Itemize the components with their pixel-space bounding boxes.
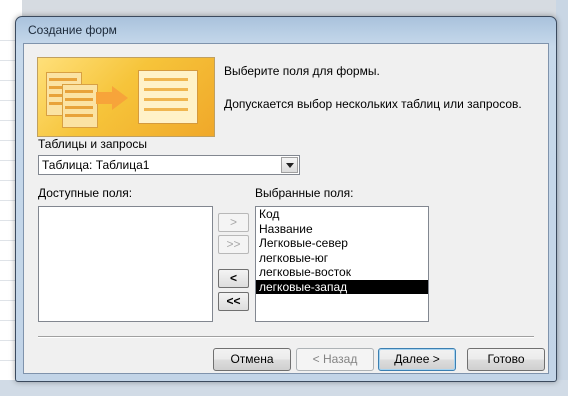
dialog-title: Создание форм xyxy=(28,23,117,37)
remove-field-button[interactable]: < xyxy=(218,269,249,288)
add-all-fields-button[interactable]: >> xyxy=(218,235,249,254)
dialog-content: Выберите поля для формы. Допускается выб… xyxy=(23,43,549,374)
selected-fields-label: Выбранные поля: xyxy=(255,186,354,200)
selected-fields-list[interactable]: Код Название Легковые-север легковые-юг … xyxy=(255,206,429,322)
cancel-button[interactable]: Отмена xyxy=(213,348,291,371)
wizard-illustration-icon xyxy=(37,57,215,137)
finish-button[interactable]: Готово xyxy=(467,348,545,371)
footer-divider xyxy=(38,336,534,338)
add-field-button[interactable]: > xyxy=(218,213,249,232)
available-fields-list[interactable] xyxy=(38,206,213,322)
tables-queries-value: Таблица: Таблица1 xyxy=(42,158,150,172)
background-bottom-edge xyxy=(0,380,568,396)
instruction-text: Выберите поля для формы. xyxy=(224,64,380,78)
list-item-selected[interactable]: легковые-запад xyxy=(256,279,428,294)
hint-text: Допускается выбор нескольких таблиц или … xyxy=(224,97,522,111)
list-item[interactable]: Легковые-север xyxy=(256,236,428,251)
tables-queries-label: Таблицы и запросы xyxy=(38,137,148,151)
form-wizard-dialog: Создание форм Выберите поля для формы. Д… xyxy=(15,16,557,382)
title-bar[interactable]: Создание форм xyxy=(16,17,556,41)
list-item[interactable]: легковые-юг xyxy=(256,251,428,266)
background-right-edge xyxy=(556,0,568,396)
next-button[interactable]: Далее > xyxy=(378,348,456,371)
back-button[interactable]: < Назад xyxy=(296,348,374,371)
list-item[interactable]: Код xyxy=(256,207,428,222)
available-fields-label: Доступные поля: xyxy=(38,186,133,200)
list-item[interactable]: Название xyxy=(256,222,428,237)
tables-queries-combobox[interactable]: Таблица: Таблица1 xyxy=(38,155,300,175)
remove-all-fields-button[interactable]: << xyxy=(218,292,249,311)
list-item[interactable]: легковые-восток xyxy=(256,265,428,280)
chevron-down-icon[interactable] xyxy=(281,157,298,173)
